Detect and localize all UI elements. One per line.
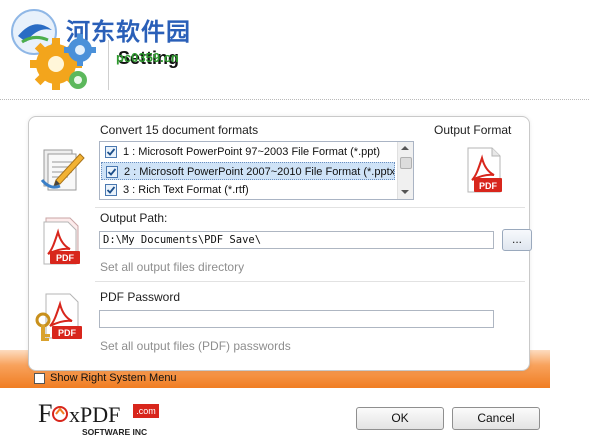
show-menu-label: Show Right System Menu bbox=[50, 372, 177, 384]
svg-text:F: F bbox=[38, 399, 52, 428]
svg-text:xPDF: xPDF bbox=[69, 402, 120, 427]
cancel-button[interactable]: Cancel bbox=[452, 407, 540, 430]
scroll-thumb[interactable] bbox=[400, 157, 412, 169]
output-path-input[interactable] bbox=[99, 231, 494, 249]
svg-text:SOFTWARE INC: SOFTWARE INC bbox=[82, 427, 147, 437]
list-item[interactable]: 1 : Microsoft PowerPoint 97~2003 File Fo… bbox=[101, 143, 395, 161]
list-scrollbar[interactable] bbox=[397, 142, 413, 199]
checkbox-checked-icon[interactable] bbox=[105, 146, 117, 158]
ok-button[interactable]: OK bbox=[356, 407, 444, 430]
list-item-label: 3 : Rich Text Format (*.rtf) bbox=[123, 184, 249, 196]
pdf-lock-key-icon: PDF bbox=[35, 293, 82, 341]
pdf-badge-text: PDF bbox=[479, 181, 498, 191]
pdf-folder-icon: PDF bbox=[43, 217, 80, 265]
scroll-up-arrow-icon[interactable] bbox=[401, 146, 409, 150]
gear-icon bbox=[30, 34, 96, 90]
pdf-file-icon: PDF bbox=[467, 147, 502, 193]
password-hint: Set all output files (PDF) passwords bbox=[100, 339, 291, 353]
show-menu-checkbox[interactable] bbox=[34, 373, 45, 384]
format-list[interactable]: 1 : Microsoft PowerPoint 97~2003 File Fo… bbox=[99, 141, 414, 200]
list-item-label: 1 : Microsoft PowerPoint 97~2003 File Fo… bbox=[123, 146, 381, 158]
header-separator bbox=[0, 99, 589, 100]
scroll-down-arrow-icon[interactable] bbox=[401, 190, 409, 194]
password-input[interactable] bbox=[99, 310, 494, 328]
section-divider bbox=[95, 207, 525, 208]
documents-edit-icon bbox=[40, 149, 85, 191]
output-path-label: Output Path: bbox=[100, 211, 168, 225]
checkbox-checked-icon[interactable] bbox=[105, 184, 117, 196]
output-path-hint: Set all output files directory bbox=[100, 260, 245, 274]
password-label: PDF Password bbox=[100, 290, 181, 304]
svg-text:PDF: PDF bbox=[58, 328, 77, 338]
header-divider bbox=[108, 40, 109, 90]
formats-label: Convert 15 document formats bbox=[100, 123, 259, 137]
list-item[interactable]: 2 : Microsoft PowerPoint 2007~2010 File … bbox=[101, 162, 395, 180]
output-format-label: Output Format bbox=[434, 123, 512, 137]
list-item-label: 2 : Microsoft PowerPoint 2007~2010 File … bbox=[124, 166, 395, 178]
checkbox-checked-icon[interactable] bbox=[106, 166, 118, 178]
watermark-url: pc0359.cn bbox=[116, 50, 179, 65]
browse-button[interactable]: ... bbox=[502, 229, 532, 251]
svg-text:PDF: PDF bbox=[56, 253, 75, 263]
list-item[interactable]: 3 : Rich Text Format (*.rtf) bbox=[101, 181, 395, 199]
section-divider bbox=[95, 281, 525, 282]
foxpdf-logo: F xPDF .com SOFTWARE INC bbox=[38, 399, 159, 437]
svg-text:.com: .com bbox=[136, 406, 156, 416]
